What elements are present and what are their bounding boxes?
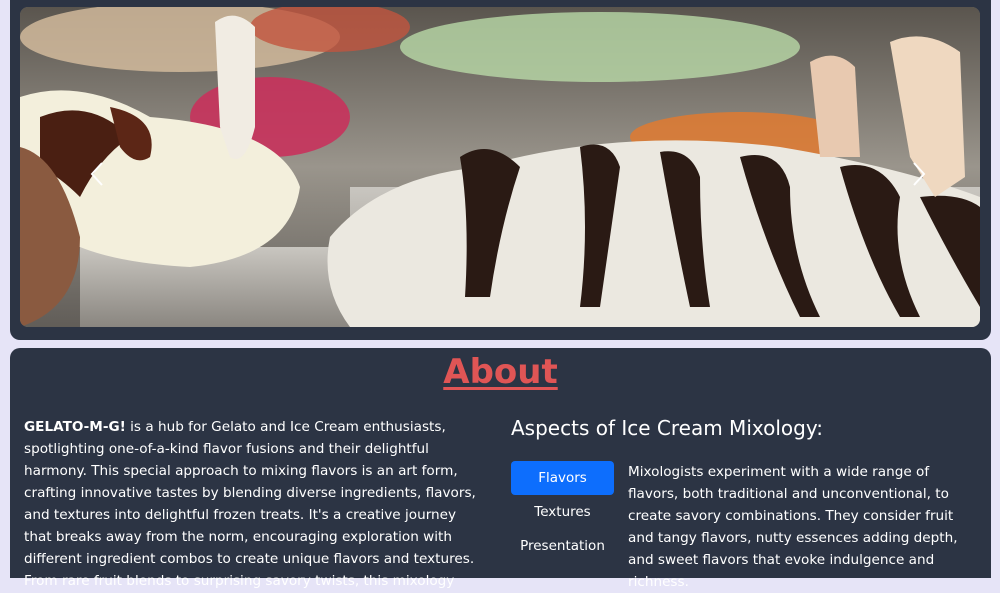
about-section: About GELATO-M-G! is a hub for Gelato an… (10, 348, 991, 590)
gelato-carousel-image[interactable] (20, 7, 980, 327)
about-intro: GELATO-M-G! is a hub for Gelato and Ice … (24, 416, 484, 592)
tab-flavors[interactable]: Flavors (511, 461, 614, 495)
mixology-tabs: Flavors Textures Presentation (511, 461, 614, 563)
hero-panel (10, 0, 991, 340)
gelato-display-illustration (20, 7, 980, 327)
brand-name: GELATO-M-G! (24, 419, 126, 435)
tab-textures[interactable]: Textures (511, 495, 614, 529)
tab-description: Mixologists experiment with a wide range… (628, 464, 958, 590)
about-title: About (443, 352, 558, 392)
chevron-left-icon[interactable] (86, 157, 110, 191)
aspects-heading: Aspects of Ice Cream Mixology: (511, 416, 823, 440)
tab-presentation[interactable]: Presentation (511, 529, 614, 563)
intro-text: is a hub for Gelato and Ice Cream enthus… (24, 419, 476, 589)
chevron-right-icon[interactable] (906, 157, 930, 191)
